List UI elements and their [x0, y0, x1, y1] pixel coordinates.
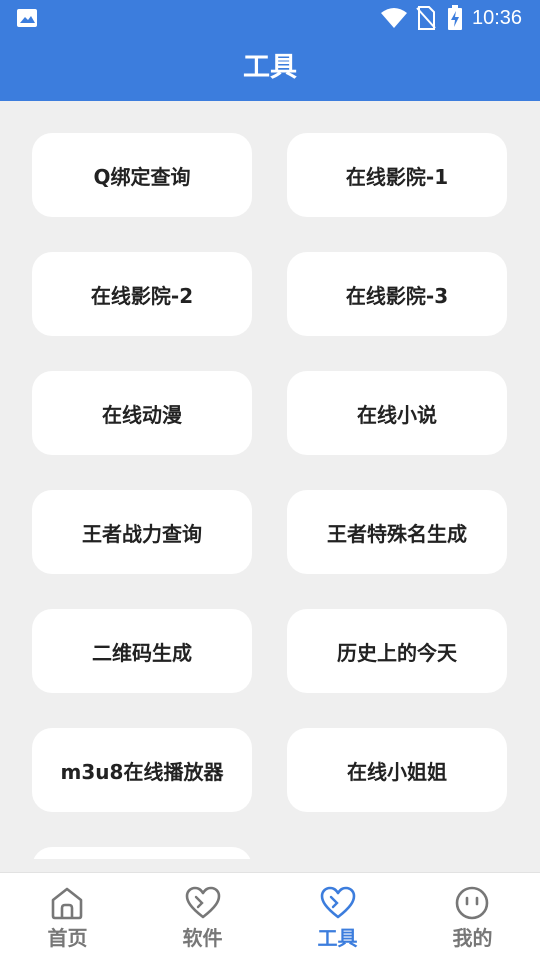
nav-label: 首页 — [47, 926, 88, 950]
status-bar: 10:36 — [0, 0, 540, 36]
wifi-icon — [381, 8, 407, 28]
page-title: 工具 — [243, 52, 297, 83]
no-sim-icon — [416, 6, 436, 30]
nav-label: 工具 — [317, 926, 358, 950]
tool-button-partial[interactable] — [32, 847, 252, 859]
tool-grid[interactable]: Q绑定查询 在线影院-1 在线影院-2 在线影院-3 在线动漫 在线小说 王者战… — [0, 101, 540, 859]
tool-button[interactable]: 王者战力查询 — [32, 490, 252, 574]
nav-profile[interactable]: 我的 — [405, 873, 540, 961]
photo-notification-icon — [17, 9, 37, 27]
tool-button[interactable]: 二维码生成 — [32, 609, 252, 693]
tool-button[interactable]: 在线小姐姐 — [287, 728, 507, 812]
status-time: 10:36 — [472, 7, 523, 29]
nav-label: 我的 — [452, 926, 493, 950]
tool-button[interactable]: 在线动漫 — [32, 371, 252, 455]
tool-button[interactable]: 在线影院-3 — [287, 252, 507, 336]
tool-button[interactable]: 历史上的今天 — [287, 609, 507, 693]
face-icon — [455, 886, 489, 920]
bottom-navigation: 首页 软件 工具 我的 — [0, 872, 540, 961]
tool-button[interactable]: Q绑定查询 — [32, 133, 252, 217]
tool-button[interactable]: m3u8在线播放器 — [32, 728, 252, 812]
tool-button[interactable]: 在线小说 — [287, 371, 507, 455]
heart-icon — [185, 886, 221, 919]
nav-home[interactable]: 首页 — [0, 873, 135, 961]
nav-label: 软件 — [182, 926, 223, 950]
nav-software[interactable]: 软件 — [135, 873, 270, 961]
heart-icon — [320, 886, 356, 919]
app-header: 10:36 工具 — [0, 0, 540, 101]
tool-button[interactable]: 在线影院-2 — [32, 252, 252, 336]
nav-tools[interactable]: 工具 — [270, 873, 405, 961]
home-icon — [51, 887, 83, 920]
battery-charging-icon — [448, 5, 462, 30]
tool-button[interactable]: 王者特殊名生成 — [287, 490, 507, 574]
tool-button[interactable]: 在线影院-1 — [287, 133, 507, 217]
